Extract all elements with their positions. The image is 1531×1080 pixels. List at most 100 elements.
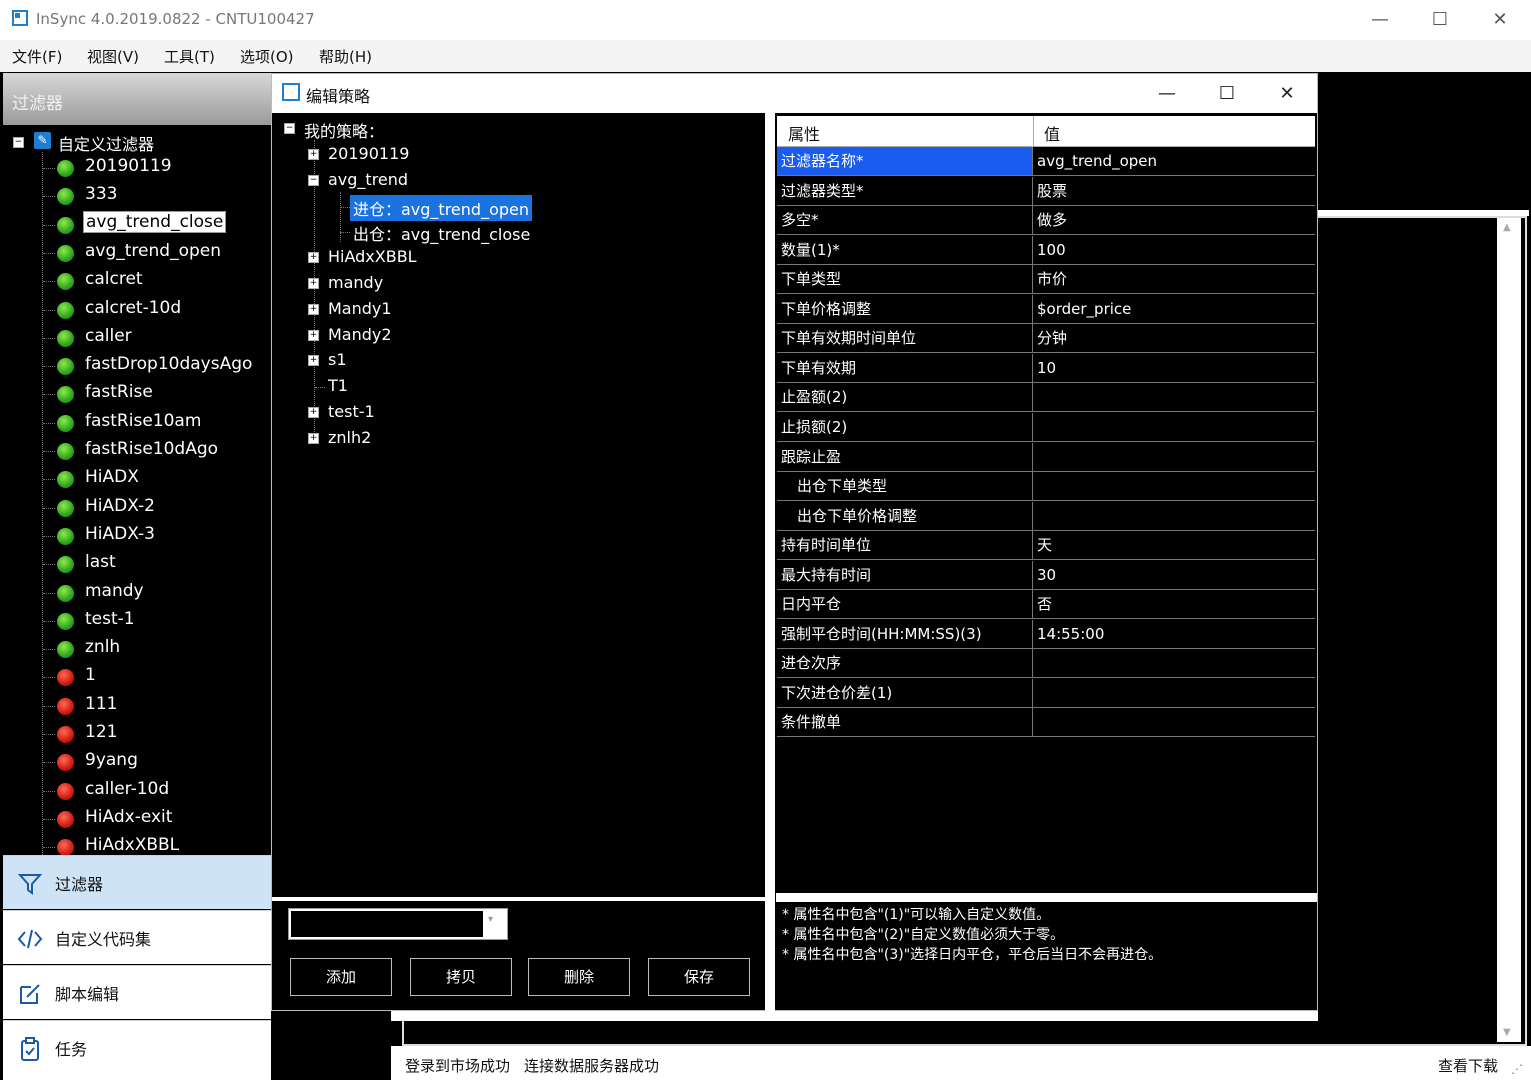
property-value[interactable]: avg_trend_open xyxy=(1037,147,1157,175)
strategy-tree-node[interactable]: HiAdxXBBL xyxy=(328,247,417,266)
property-row[interactable]: 多空* 做多 xyxy=(777,206,1315,236)
add-button[interactable]: 添加 xyxy=(290,958,392,996)
resize-grip-icon[interactable]: ⋰ xyxy=(1511,1062,1523,1076)
menu-view[interactable]: 视图(V) xyxy=(87,46,139,67)
strategy-tree-node[interactable]: Mandy2 xyxy=(328,325,392,344)
filter-item[interactable]: 333 xyxy=(43,183,271,209)
scroll-up-icon[interactable]: ▲ xyxy=(1503,222,1511,233)
filter-item[interactable]: fastRise xyxy=(43,381,271,407)
filter-item[interactable]: calcret-10d xyxy=(43,297,271,323)
strategy-tree-node[interactable]: znlh2 xyxy=(328,428,371,447)
filter-item[interactable]: fastDrop10daysAgo xyxy=(43,353,271,379)
nav-script-button[interactable]: 脚本编辑 xyxy=(3,965,271,1019)
copy-button[interactable]: 拷贝 xyxy=(410,958,512,996)
filter-item[interactable]: caller xyxy=(43,325,271,351)
collapse-icon[interactable]: − xyxy=(308,174,319,186)
nav-codeset-button[interactable]: 自定义代码集 xyxy=(3,910,271,964)
dialog-minimize-button[interactable]: — xyxy=(1147,82,1187,106)
property-value[interactable]: 市价 xyxy=(1037,265,1067,293)
dialog-close-button[interactable]: ✕ xyxy=(1267,82,1307,106)
filter-item[interactable]: calcret xyxy=(43,268,271,294)
property-row[interactable]: 强制平仓时间(HH:MM:SS)(3) 14:55:00 xyxy=(777,619,1315,649)
strategy-tree-node[interactable]: 出仓：avg_trend_close xyxy=(353,221,530,245)
collapse-icon[interactable]: − xyxy=(284,123,295,134)
filter-item[interactable]: znlh xyxy=(43,636,271,662)
filter-item[interactable]: fastRise10am xyxy=(43,410,271,436)
filter-item[interactable]: 1 xyxy=(43,664,271,690)
property-value[interactable]: $order_price xyxy=(1037,295,1131,323)
filter-item[interactable]: test-1 xyxy=(43,608,271,634)
property-row[interactable]: 数量(1)* 100 xyxy=(777,235,1315,265)
strategy-tree-node[interactable]: s1 xyxy=(328,350,347,369)
dialog-splitter[interactable] xyxy=(765,113,775,1011)
scroll-down-icon[interactable]: ▼ xyxy=(1503,1027,1511,1038)
property-value[interactable]: 天 xyxy=(1037,531,1052,559)
strategy-tree-node[interactable]: T1 xyxy=(328,376,348,395)
menu-options[interactable]: 选项(O) xyxy=(240,46,294,67)
filter-item[interactable]: 20190119 xyxy=(43,155,271,181)
property-value[interactable]: 100 xyxy=(1037,236,1066,264)
filter-item[interactable]: last xyxy=(43,551,271,577)
strategy-tree-node[interactable]: Mandy1 xyxy=(328,299,392,318)
close-button[interactable]: ✕ xyxy=(1480,8,1520,32)
nav-filter-button[interactable]: 过滤器 xyxy=(3,855,271,909)
maximize-button[interactable]: ☐ xyxy=(1420,8,1460,32)
property-value[interactable]: 做多 xyxy=(1037,206,1067,234)
expand-icon[interactable]: + xyxy=(308,355,319,367)
strategy-tree-node[interactable]: mandy xyxy=(328,273,383,292)
property-value[interactable]: 否 xyxy=(1037,590,1052,618)
save-button[interactable]: 保存 xyxy=(648,958,750,996)
view-downloads-link[interactable]: 查看下载 xyxy=(1438,1055,1498,1076)
minimize-button[interactable]: — xyxy=(1360,8,1400,32)
expand-icon[interactable]: + xyxy=(308,149,319,160)
property-row[interactable]: 过滤器类型* 股票 xyxy=(777,176,1315,206)
filter-item[interactable]: HiADX-2 xyxy=(43,495,271,521)
filter-item[interactable]: 9yang xyxy=(43,749,271,775)
property-row[interactable]: 下次进仓价差(1) xyxy=(777,678,1315,708)
main-scrollbar[interactable]: ▲ ▼ xyxy=(1497,218,1521,1042)
property-row[interactable]: 跟踪止盈 xyxy=(777,442,1315,472)
property-row[interactable]: 日内平仓否 xyxy=(777,590,1315,620)
filter-item[interactable]: HiADX xyxy=(43,466,271,492)
filter-item[interactable]: fastRise10dAgo xyxy=(43,438,271,464)
property-row[interactable]: 止损额(2) xyxy=(777,412,1315,442)
property-row[interactable]: 出仓下单价格调整 xyxy=(777,501,1315,531)
strategy-combo-value[interactable] xyxy=(291,911,483,937)
strategy-tree-root[interactable]: 我的策略： xyxy=(304,118,384,142)
property-row[interactable]: 条件撤单 xyxy=(777,708,1315,738)
strategy-tree-node[interactable]: 20190119 xyxy=(328,144,409,163)
strategy-tree-node[interactable]: 进仓：avg_trend_open xyxy=(350,194,533,221)
expand-icon[interactable]: + xyxy=(308,407,319,418)
dialog-maximize-button[interactable]: ☐ xyxy=(1207,82,1247,106)
nav-task-button[interactable]: 任务 xyxy=(3,1020,271,1080)
filter-item[interactable]: avg_trend_close xyxy=(43,210,271,238)
property-value[interactable]: 股票 xyxy=(1037,177,1067,205)
expand-icon[interactable]: + xyxy=(308,278,319,289)
expand-icon[interactable]: + xyxy=(308,252,319,264)
filter-item[interactable]: HiAdx-exit xyxy=(43,806,271,832)
menu-help[interactable]: 帮助(H) xyxy=(319,46,372,67)
property-row[interactable]: 下单类型 市价 xyxy=(777,265,1315,295)
filter-item[interactable]: avg_trend_open xyxy=(43,240,271,266)
filter-item[interactable]: 121 xyxy=(43,721,271,747)
property-value[interactable]: 30 xyxy=(1037,561,1056,589)
property-row[interactable]: 最大持有时间 30 xyxy=(777,560,1315,590)
property-row[interactable]: 下单价格调整 $order_price xyxy=(777,294,1315,324)
property-row[interactable]: 持有时间单位天 xyxy=(777,531,1315,561)
property-row[interactable]: 下单有效期时间单位 分钟 xyxy=(777,324,1315,354)
expand-icon[interactable]: + xyxy=(308,432,319,444)
filter-item[interactable]: mandy xyxy=(43,580,271,606)
filter-item[interactable]: HiADX-3 xyxy=(43,523,271,549)
property-row[interactable]: 进仓次序 xyxy=(777,649,1315,679)
property-row[interactable]: 止盈额(2) xyxy=(777,383,1315,413)
property-row[interactable]: 出仓下单类型 xyxy=(777,472,1315,502)
delete-button[interactable]: 删除 xyxy=(528,958,630,996)
menu-file[interactable]: 文件(F) xyxy=(12,46,62,67)
strategy-tree-node[interactable]: test-1 xyxy=(328,402,375,421)
collapse-icon[interactable]: − xyxy=(13,137,24,148)
property-row[interactable]: 下单有效期 10 xyxy=(777,353,1315,383)
expand-icon[interactable]: + xyxy=(308,303,319,315)
chevron-down-icon[interactable]: ▾ xyxy=(488,914,493,925)
strategy-tree-node[interactable]: avg_trend xyxy=(328,170,408,189)
filter-item[interactable]: caller-10d xyxy=(43,778,271,804)
